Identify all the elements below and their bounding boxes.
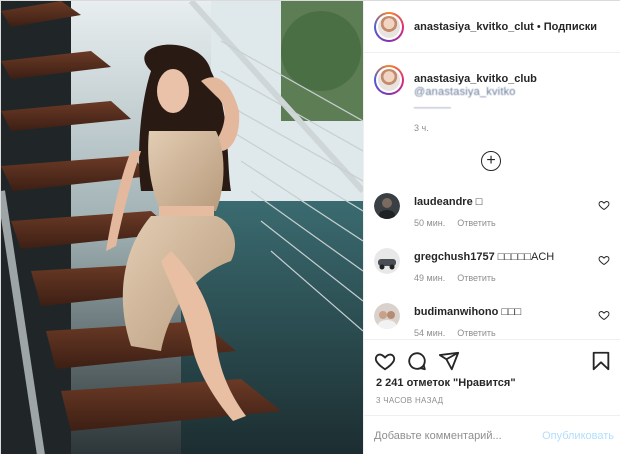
reply-button[interactable]: Ответить — [457, 273, 495, 283]
comment-username[interactable]: laudeandre — [414, 196, 473, 208]
comment-item: budimanwihono □□□ 54 мин. Ответить — [374, 303, 614, 343]
commenter-avatar[interactable] — [374, 303, 400, 329]
comment-time: 49 мин. — [414, 273, 446, 283]
add-comment-bar: Опубликовать — [364, 415, 620, 454]
likes-count[interactable]: 2 241 отметок "Нравится" — [376, 377, 516, 389]
comment-item: laudeandre □ 50 мин. Ответить — [374, 193, 614, 233]
comment-username[interactable]: budimanwihono — [414, 306, 498, 318]
author-avatar[interactable] — [374, 11, 404, 42]
comment-time: 54 мин. — [414, 328, 446, 338]
author-username[interactable]: anastasiya_kvitko_clut — [414, 21, 534, 33]
bookmark-icon[interactable] — [590, 350, 612, 372]
heart-icon[interactable] — [598, 254, 610, 266]
comment-time: 50 мин. — [414, 218, 446, 228]
comment-meta: 54 мин. Ответить — [414, 328, 496, 338]
post-actions — [364, 339, 620, 379]
caption-text: ______ — [414, 97, 451, 109]
comment-text: □ — [475, 196, 483, 208]
post-time: 3 ЧАСОВ НАЗАД — [376, 396, 444, 405]
comment-meta: 49 мин. Ответить — [414, 273, 496, 283]
following-button[interactable]: Подписки — [544, 21, 597, 33]
post-caption: anastasiya_kvitko_club @anastasiya_kvitk… — [374, 65, 614, 155]
post-sidebar: anastasiya_kvitko_clut • Подписки anasta… — [363, 1, 620, 454]
comment-input[interactable] — [374, 426, 534, 446]
comment-icon[interactable] — [406, 350, 428, 372]
commenter-avatar[interactable] — [374, 248, 400, 274]
heart-icon[interactable] — [374, 350, 396, 372]
heart-icon[interactable] — [598, 199, 610, 211]
plus-circle-icon[interactable]: + — [481, 151, 501, 171]
comment-username-and-text[interactable]: budimanwihono □□□ — [414, 306, 521, 318]
comment-meta: 50 мин. Ответить — [414, 218, 496, 228]
reply-button[interactable]: Ответить — [457, 328, 495, 338]
comment-username-and-text[interactable]: laudeandre □ — [414, 196, 482, 208]
comment-item: gregchush1757 □□□□□ACH 49 мин. Ответить — [374, 248, 614, 288]
post-comment-button[interactable]: Опубликовать — [534, 426, 614, 446]
heart-icon[interactable] — [598, 309, 610, 321]
caption-avatar[interactable] — [374, 65, 404, 95]
instagram-post: anastasiya_kvitko_clut • Подписки anasta… — [0, 0, 620, 454]
commenter-avatar[interactable] — [374, 193, 400, 219]
caption-username[interactable]: anastasiya_kvitko_club — [414, 73, 537, 85]
comment-username[interactable]: gregchush1757 — [414, 251, 495, 263]
post-header: anastasiya_kvitko_clut • Подписки — [364, 1, 620, 53]
comment-text: □□□ — [501, 306, 522, 318]
comment-username-and-text[interactable]: gregchush1757 □□□□□ACH — [414, 251, 554, 263]
header-separator: • — [536, 20, 541, 33]
comment-text: □□□□□ACH — [497, 251, 555, 263]
reply-button[interactable]: Ответить — [457, 218, 495, 228]
post-photo[interactable] — [1, 1, 363, 454]
photo-illustration — [1, 1, 363, 454]
caption-time: 3 ч. — [414, 123, 429, 133]
share-icon[interactable] — [438, 350, 460, 372]
